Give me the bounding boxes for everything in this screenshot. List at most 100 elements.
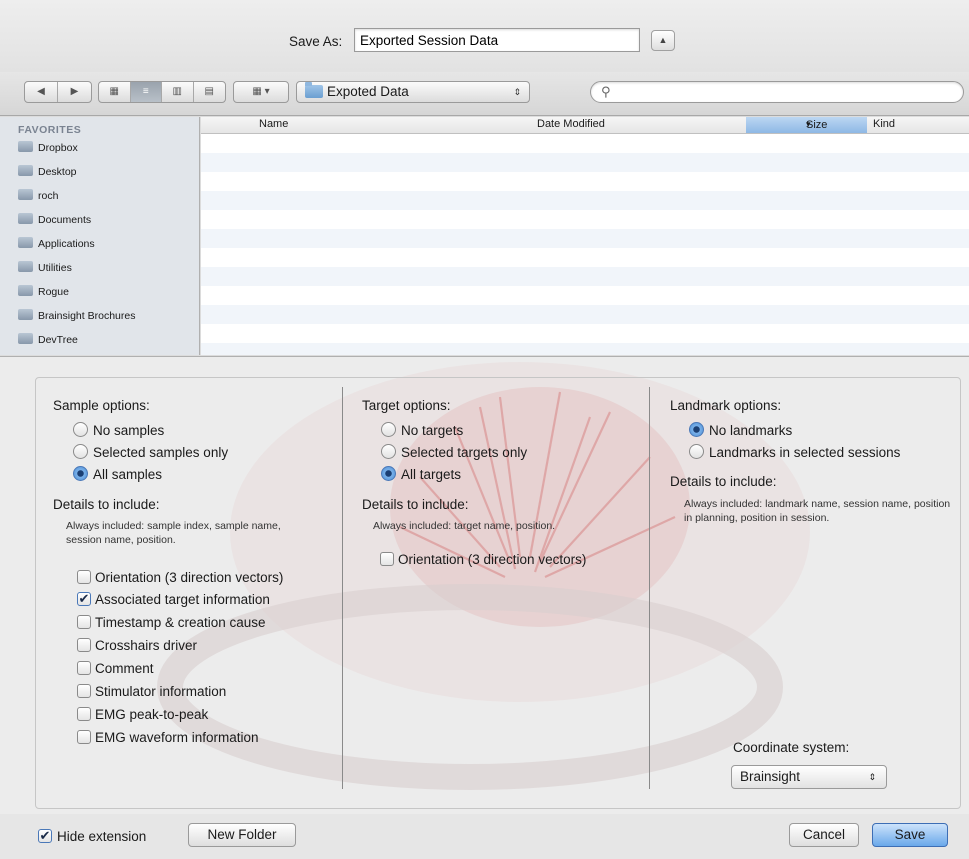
sample-options-heading: Sample options: xyxy=(53,398,150,413)
save-as-bar: Save As: ▲ xyxy=(0,0,969,72)
radio-all-samples[interactable] xyxy=(73,466,88,481)
favorites-heading: FAVORITES xyxy=(18,124,82,136)
nav-buttons: ◀ ▶ xyxy=(24,81,92,103)
check-label: Orientation (3 direction vectors) xyxy=(398,552,587,567)
check-emg-waveform[interactable] xyxy=(77,730,91,744)
filename-input[interactable] xyxy=(354,28,640,52)
coordinate-system-value: Brainsight xyxy=(740,769,801,784)
radio-label: Selected samples only xyxy=(93,445,229,460)
radio-no-samples[interactable] xyxy=(73,422,88,437)
export-options-panel: Sample options: No samples Selected samp… xyxy=(0,356,969,814)
dialog-footer: ✔ Hide extension New Folder Cancel Save xyxy=(0,814,969,859)
hide-extension-label: Hide extension xyxy=(57,829,147,844)
check-timestamp[interactable] xyxy=(77,615,91,629)
view-mode-buttons: ▦ ≡ ▥ ▤ xyxy=(98,81,226,103)
column-name[interactable]: Name xyxy=(259,118,288,130)
list-view-icon[interactable]: ≡ xyxy=(130,82,162,102)
popup-arrows-icon: ⇕ xyxy=(868,772,876,782)
table-row xyxy=(201,191,969,210)
radio-label: Selected targets only xyxy=(401,445,528,460)
save-as-label: Save As: xyxy=(289,34,343,49)
check-label: EMG peak-to-peak xyxy=(95,707,209,722)
folder-icon xyxy=(18,309,33,320)
column-view-icon[interactable]: ▥ xyxy=(162,82,194,102)
sidebar: FAVORITES Dropbox Desktop roch Documents… xyxy=(0,117,200,355)
check-sample-orientation[interactable] xyxy=(77,570,91,584)
sample-always-included: Always included: sample index, sample na… xyxy=(66,520,281,546)
check-label: Associated target information xyxy=(95,592,270,607)
radio-selected-targets[interactable] xyxy=(381,444,396,459)
forward-arrow-icon[interactable]: ▶ xyxy=(58,82,91,102)
back-arrow-icon[interactable]: ◀ xyxy=(25,82,59,102)
coordinate-system-label: Coordinate system: xyxy=(733,740,850,755)
sidebar-item-rogue[interactable]: Rogue xyxy=(18,283,69,301)
radio-label: All targets xyxy=(401,467,462,482)
check-comment[interactable] xyxy=(77,661,91,675)
radio-label: No landmarks xyxy=(709,423,793,438)
landmark-details-heading: Details to include: xyxy=(670,474,777,489)
sidebar-item-devtree[interactable]: DevTree xyxy=(18,331,78,349)
radio-selected-samples[interactable] xyxy=(73,444,88,459)
target-options-heading: Target options: xyxy=(362,398,451,413)
check-emg-peak[interactable] xyxy=(77,707,91,721)
check-label: Crosshairs driver xyxy=(95,638,198,653)
table-row xyxy=(201,305,969,324)
cancel-button[interactable]: Cancel xyxy=(789,823,859,847)
radio-landmarks-selected[interactable] xyxy=(689,444,704,459)
hide-extension-checkbox[interactable]: ✔ xyxy=(38,829,52,843)
save-dialog: Save As: ▲ ◀ ▶ ▦ ≡ ▥ ▤ ▦ ▾ Expoted Data … xyxy=(0,0,969,859)
radio-label: No targets xyxy=(401,423,464,438)
radio-no-targets[interactable] xyxy=(381,422,396,437)
sort-descending-icon: ▾ xyxy=(806,119,811,129)
folder-icon xyxy=(305,82,323,98)
check-stimulator-info[interactable] xyxy=(77,684,91,698)
sidebar-item-brainsight-brochures[interactable]: Brainsight Brochures xyxy=(18,307,135,325)
sidebar-item-applications[interactable]: Applications xyxy=(18,235,95,253)
save-button[interactable]: Save xyxy=(872,823,948,847)
sidebar-item-desktop[interactable]: Desktop xyxy=(18,163,77,181)
target-always-included: Always included: target name, position. xyxy=(373,520,556,532)
arrange-button[interactable]: ▦ ▾ xyxy=(233,81,289,103)
sample-details-heading: Details to include: xyxy=(53,497,160,512)
coordinate-system-popup[interactable]: Brainsight ⇕ xyxy=(731,765,887,789)
search-field[interactable]: ⚲ xyxy=(590,81,964,103)
file-list[interactable]: Name Date Modified Size ▾ Kind xyxy=(201,117,969,355)
check-associated-target-info[interactable]: ✔ xyxy=(77,592,91,606)
popup-arrows-icon: ⇕ xyxy=(513,87,521,97)
check-crosshairs-driver[interactable] xyxy=(77,638,91,652)
arrange-icon: ▦ ▾ xyxy=(252,86,270,97)
divider xyxy=(342,387,343,789)
folder-icon xyxy=(18,333,33,344)
coverflow-view-icon[interactable]: ▤ xyxy=(194,82,225,102)
icon-view-icon[interactable]: ▦ xyxy=(99,82,131,102)
sidebar-item-utilities[interactable]: Utilities xyxy=(18,259,72,277)
sidebar-item-documents[interactable]: Documents xyxy=(18,211,91,229)
check-target-orientation[interactable] xyxy=(380,552,394,566)
table-row xyxy=(201,153,969,172)
radio-no-landmarks[interactable] xyxy=(689,422,704,437)
column-date-modified[interactable]: Date Modified xyxy=(537,118,605,130)
radio-label: No samples xyxy=(93,423,165,438)
utilities-icon xyxy=(18,261,33,272)
radio-label: Landmarks in selected sessions xyxy=(709,445,901,460)
target-details-heading: Details to include: xyxy=(362,497,469,512)
location-label: Expoted Data xyxy=(327,84,409,99)
column-headers: Name Date Modified Size ▾ Kind xyxy=(201,117,969,134)
location-popup[interactable]: Expoted Data ⇕ xyxy=(296,81,530,103)
check-label: Stimulator information xyxy=(95,684,227,699)
check-label: Timestamp & creation cause xyxy=(95,615,266,630)
table-row xyxy=(201,229,969,248)
new-folder-button[interactable]: New Folder xyxy=(188,823,296,847)
folder-icon xyxy=(18,141,33,152)
desktop-icon xyxy=(18,165,33,176)
check-label: Orientation (3 direction vectors) xyxy=(95,570,284,585)
divider xyxy=(649,387,650,789)
applications-icon xyxy=(18,237,33,248)
radio-all-targets[interactable] xyxy=(381,466,396,481)
column-kind[interactable]: Kind xyxy=(873,118,895,130)
sidebar-item-roch[interactable]: roch xyxy=(18,187,58,205)
sidebar-item-dropbox[interactable]: Dropbox xyxy=(18,139,78,157)
check-label: Comment xyxy=(95,661,154,676)
expand-dialog-button[interactable]: ▲ xyxy=(651,30,675,51)
documents-icon xyxy=(18,213,33,224)
